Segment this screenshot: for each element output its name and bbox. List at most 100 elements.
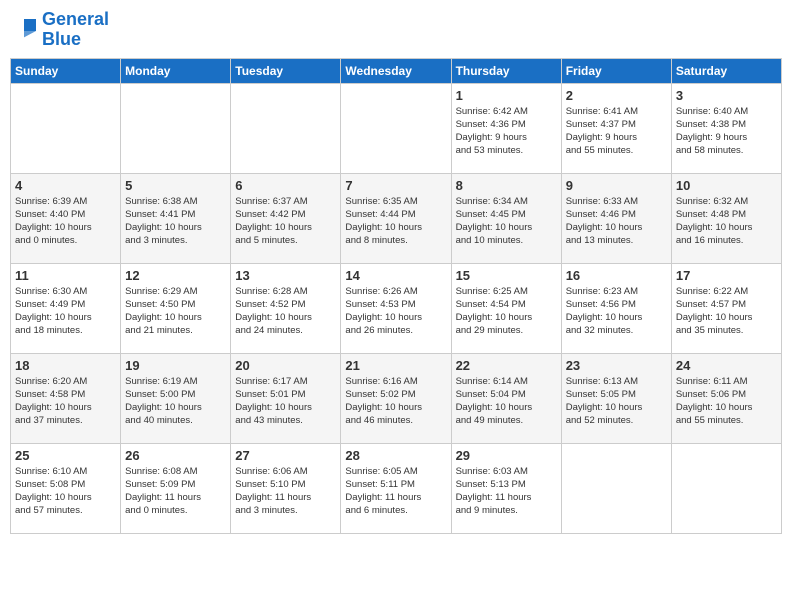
col-header-friday: Friday: [561, 58, 671, 83]
col-header-saturday: Saturday: [671, 58, 781, 83]
col-header-monday: Monday: [121, 58, 231, 83]
day-number: 28: [345, 448, 446, 463]
day-cell: [231, 83, 341, 173]
calendar-table: SundayMondayTuesdayWednesdayThursdayFrid…: [10, 58, 782, 534]
day-info: Sunrise: 6:14 AMSunset: 5:04 PMDaylight:…: [456, 375, 557, 428]
day-info: Sunrise: 6:20 AMSunset: 4:58 PMDaylight:…: [15, 375, 116, 428]
day-info: Sunrise: 6:42 AMSunset: 4:36 PMDaylight:…: [456, 105, 557, 158]
day-info: Sunrise: 6:26 AMSunset: 4:53 PMDaylight:…: [345, 285, 446, 338]
page-header: General Blue: [10, 10, 782, 50]
day-cell: 2Sunrise: 6:41 AMSunset: 4:37 PMDaylight…: [561, 83, 671, 173]
day-number: 23: [566, 358, 667, 373]
day-cell: 13 Sunrise: 6:28 AMSunset: 4:52 PMDayligh…: [231, 263, 341, 353]
day-cell: 18 Sunrise: 6:20 AMSunset: 4:58 PMDayligh…: [11, 353, 121, 443]
day-info: Sunrise: 6:06 AMSunset: 5:10 PMDaylight:…: [235, 465, 336, 518]
day-number: 22: [456, 358, 557, 373]
day-cell: 6 Sunrise: 6:37 AMSunset: 4:42 PMDaylight…: [231, 173, 341, 263]
col-header-thursday: Thursday: [451, 58, 561, 83]
day-cell: [671, 443, 781, 533]
day-cell: 25 Sunrise: 6:10 AMSunset: 5:08 PMDayligh…: [11, 443, 121, 533]
day-info: Sunrise: 6:40 AMSunset: 4:38 PMDaylight:…: [676, 105, 777, 158]
day-cell: 23 Sunrise: 6:13 AMSunset: 5:05 PMDayligh…: [561, 353, 671, 443]
day-info: Sunrise: 6:34 AMSunset: 4:45 PMDaylight:…: [456, 195, 557, 248]
day-cell: [11, 83, 121, 173]
day-number: 26: [125, 448, 226, 463]
week-row-3: 11 Sunrise: 6:30 AMSunset: 4:49 PMDayligh…: [11, 263, 782, 353]
day-info: Sunrise: 6:35 AMSunset: 4:44 PMDaylight:…: [345, 195, 446, 248]
day-info: Sunrise: 6:32 AMSunset: 4:48 PMDaylight:…: [676, 195, 777, 248]
day-number: 27: [235, 448, 336, 463]
day-cell: [121, 83, 231, 173]
day-cell: 24 Sunrise: 6:11 AMSunset: 5:06 PMDayligh…: [671, 353, 781, 443]
day-info: Sunrise: 6:11 AMSunset: 5:06 PMDaylight:…: [676, 375, 777, 428]
day-number: 14: [345, 268, 446, 283]
day-info: Sunrise: 6:25 AMSunset: 4:54 PMDaylight:…: [456, 285, 557, 338]
day-number: 19: [125, 358, 226, 373]
day-info: Sunrise: 6:29 AMSunset: 4:50 PMDaylight:…: [125, 285, 226, 338]
day-cell: 22 Sunrise: 6:14 AMSunset: 5:04 PMDayligh…: [451, 353, 561, 443]
day-cell: 12 Sunrise: 6:29 AMSunset: 4:50 PMDayligh…: [121, 263, 231, 353]
day-cell: 3 Sunrise: 6:40 AMSunset: 4:38 PMDaylight…: [671, 83, 781, 173]
day-cell: 15 Sunrise: 6:25 AMSunset: 4:54 PMDayligh…: [451, 263, 561, 353]
day-cell: 17 Sunrise: 6:22 AMSunset: 4:57 PMDayligh…: [671, 263, 781, 353]
logo-text-line2: Blue: [42, 30, 109, 50]
day-number: 12: [125, 268, 226, 283]
day-cell: 26 Sunrise: 6:08 AMSunset: 5:09 PMDayligh…: [121, 443, 231, 533]
day-cell: 19 Sunrise: 6:19 AMSunset: 5:00 PMDayligh…: [121, 353, 231, 443]
week-row-1: 1 Sunrise: 6:42 AMSunset: 4:36 PMDaylight…: [11, 83, 782, 173]
day-cell: 11 Sunrise: 6:30 AMSunset: 4:49 PMDayligh…: [11, 263, 121, 353]
day-number: 11: [15, 268, 116, 283]
day-number: 24: [676, 358, 777, 373]
day-info: Sunrise: 6:41 AMSunset: 4:37 PMDaylight:…: [566, 105, 667, 158]
day-cell: 29Sunrise: 6:03 AMSunset: 5:13 PMDayligh…: [451, 443, 561, 533]
day-number: 1: [456, 88, 557, 103]
logo: General Blue: [14, 10, 109, 50]
day-number: 3: [676, 88, 777, 103]
logo-text-line1: General: [42, 10, 109, 30]
day-cell: 5Sunrise: 6:38 AMSunset: 4:41 PMDaylight…: [121, 173, 231, 263]
day-info: Sunrise: 6:05 AMSunset: 5:11 PMDaylight:…: [345, 465, 446, 518]
day-info: Sunrise: 6:39 AMSunset: 4:40 PMDaylight:…: [15, 195, 116, 248]
col-header-wednesday: Wednesday: [341, 58, 451, 83]
day-info: Sunrise: 6:22 AMSunset: 4:57 PMDaylight:…: [676, 285, 777, 338]
day-info: Sunrise: 6:28 AMSunset: 4:52 PMDaylight:…: [235, 285, 336, 338]
day-number: 4: [15, 178, 116, 193]
day-info: Sunrise: 6:30 AMSunset: 4:49 PMDaylight:…: [15, 285, 116, 338]
day-info: Sunrise: 6:16 AMSunset: 5:02 PMDaylight:…: [345, 375, 446, 428]
day-info: Sunrise: 6:03 AMSunset: 5:13 PMDaylight:…: [456, 465, 557, 518]
day-number: 18: [15, 358, 116, 373]
week-row-5: 25 Sunrise: 6:10 AMSunset: 5:08 PMDayligh…: [11, 443, 782, 533]
day-info: Sunrise: 6:17 AMSunset: 5:01 PMDaylight:…: [235, 375, 336, 428]
day-number: 15: [456, 268, 557, 283]
week-row-2: 4 Sunrise: 6:39 AMSunset: 4:40 PMDaylight…: [11, 173, 782, 263]
day-info: Sunrise: 6:10 AMSunset: 5:08 PMDaylight:…: [15, 465, 116, 518]
header-row: SundayMondayTuesdayWednesdayThursdayFrid…: [11, 58, 782, 83]
day-info: Sunrise: 6:37 AMSunset: 4:42 PMDaylight:…: [235, 195, 336, 248]
day-cell: 27 Sunrise: 6:06 AMSunset: 5:10 PMDayligh…: [231, 443, 341, 533]
day-info: Sunrise: 6:13 AMSunset: 5:05 PMDaylight:…: [566, 375, 667, 428]
day-cell: 9Sunrise: 6:33 AMSunset: 4:46 PMDaylight…: [561, 173, 671, 263]
week-row-4: 18 Sunrise: 6:20 AMSunset: 4:58 PMDayligh…: [11, 353, 782, 443]
day-cell: 21 Sunrise: 6:16 AMSunset: 5:02 PMDayligh…: [341, 353, 451, 443]
day-number: 25: [15, 448, 116, 463]
day-cell: 1 Sunrise: 6:42 AMSunset: 4:36 PMDaylight…: [451, 83, 561, 173]
day-number: 17: [676, 268, 777, 283]
day-cell: 28 Sunrise: 6:05 AMSunset: 5:11 PMDayligh…: [341, 443, 451, 533]
day-cell: 4 Sunrise: 6:39 AMSunset: 4:40 PMDaylight…: [11, 173, 121, 263]
day-cell: 7 Sunrise: 6:35 AMSunset: 4:44 PMDaylight…: [341, 173, 451, 263]
col-header-sunday: Sunday: [11, 58, 121, 83]
day-cell: 16Sunrise: 6:23 AMSunset: 4:56 PMDayligh…: [561, 263, 671, 353]
day-cell: 10Sunrise: 6:32 AMSunset: 4:48 PMDayligh…: [671, 173, 781, 263]
day-info: Sunrise: 6:08 AMSunset: 5:09 PMDaylight:…: [125, 465, 226, 518]
day-info: Sunrise: 6:23 AMSunset: 4:56 PMDaylight:…: [566, 285, 667, 338]
day-number: 9: [566, 178, 667, 193]
day-number: 8: [456, 178, 557, 193]
day-number: 13: [235, 268, 336, 283]
day-cell: [561, 443, 671, 533]
day-number: 6: [235, 178, 336, 193]
logo-icon: [16, 15, 40, 39]
day-cell: 20Sunrise: 6:17 AMSunset: 5:01 PMDayligh…: [231, 353, 341, 443]
day-number: 7: [345, 178, 446, 193]
day-info: Sunrise: 6:19 AMSunset: 5:00 PMDaylight:…: [125, 375, 226, 428]
day-number: 21: [345, 358, 446, 373]
